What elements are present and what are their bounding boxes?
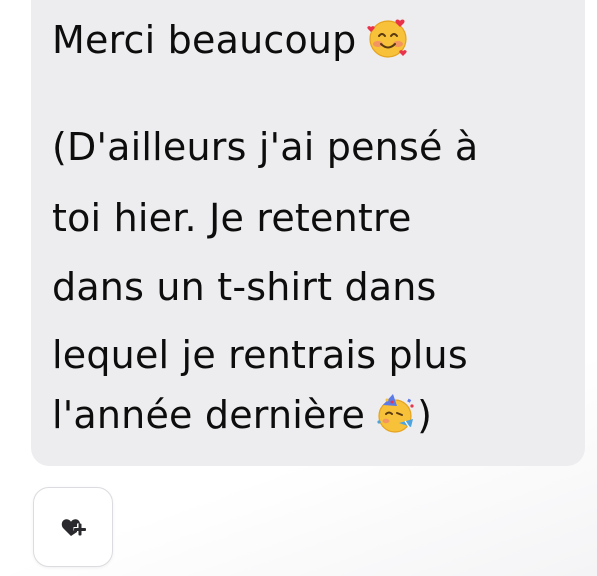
message-text: Merci beaucoup <box>52 18 357 62</box>
message-line: lequel je rentrais plus <box>52 332 468 378</box>
message-text: lequel je rentrais plus <box>52 333 468 377</box>
message-text: ) <box>417 393 433 437</box>
message-text: dans un t-shirt dans <box>52 265 437 309</box>
smiling-face-with-hearts-icon <box>366 17 409 59</box>
message-line: toi hier. Je retentre <box>52 195 412 241</box>
message-text: toi hier. Je retentre <box>52 196 412 240</box>
message-line: (D'ailleurs j'ai pensé à <box>52 124 478 170</box>
message-text: (D'ailleurs j'ai pensé à <box>52 125 479 169</box>
message-line: l'année dernière ) <box>52 392 432 438</box>
add-reaction-button[interactable] <box>33 487 113 567</box>
message-line: dans un t-shirt dans <box>52 264 437 310</box>
heart-plus-icon <box>61 519 86 536</box>
partying-face-icon <box>375 392 417 434</box>
message-line: Merci beaucoup <box>52 17 409 63</box>
message-text: l'année dernière <box>52 393 366 437</box>
